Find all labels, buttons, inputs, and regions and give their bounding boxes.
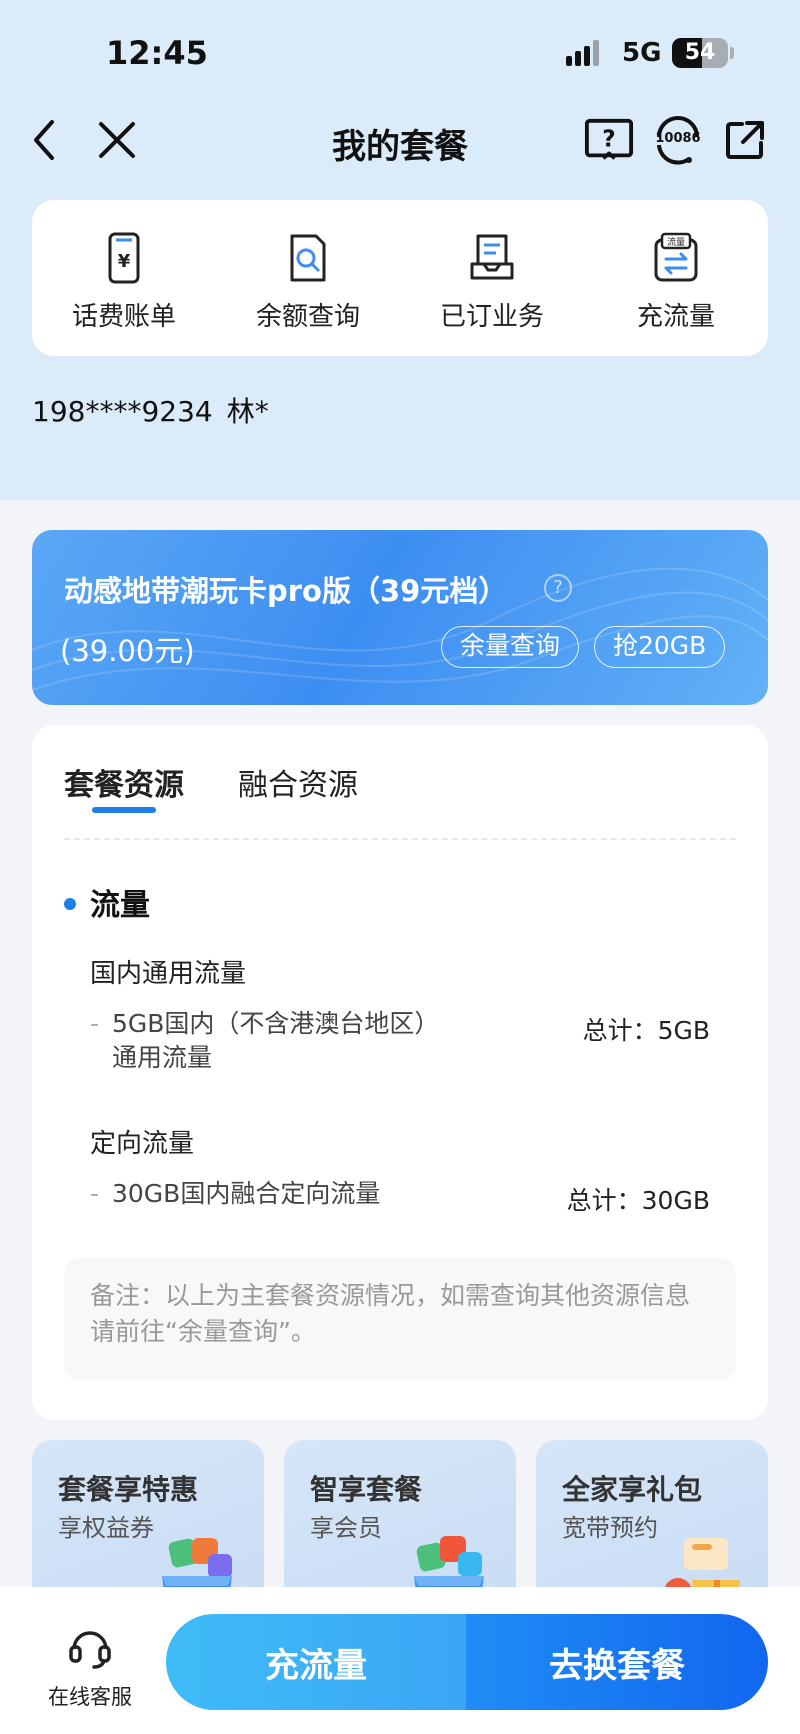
help-book-icon: ? bbox=[584, 118, 634, 160]
divider bbox=[64, 838, 736, 840]
section-dot bbox=[64, 897, 76, 910]
promo-subtitle: 宽带预约 bbox=[562, 1514, 658, 1542]
quick-item-subscriptions[interactable]: 已订业务 bbox=[400, 200, 584, 356]
promo-subtitle: 享权益券 bbox=[58, 1514, 154, 1542]
online-service-button[interactable]: 在线客服 bbox=[30, 1623, 150, 1711]
help-guide-button[interactable]: ? bbox=[584, 115, 634, 165]
hotline-number: 10086 bbox=[655, 131, 701, 146]
bottom-action-bar: 在线客服 充流量 去换套餐 bbox=[0, 1587, 800, 1734]
resource-description: 5GB国内（不含港澳台地区）通用流量 bbox=[112, 1009, 427, 1072]
balance-search-icon bbox=[290, 234, 326, 282]
grab-data-button[interactable]: 抢20GB bbox=[594, 626, 726, 668]
promo-title: 套餐享特惠 bbox=[58, 1473, 199, 1506]
subscribed-services-icon bbox=[470, 234, 514, 280]
account-info: 198****9234 林* bbox=[32, 390, 283, 430]
battery-icon: 54 bbox=[672, 38, 728, 68]
phone-number: 198****9234 bbox=[32, 395, 213, 428]
group-title: 定向流量 bbox=[90, 1129, 195, 1159]
plan-name: 动感地带潮玩卡pro版（39元档） bbox=[64, 574, 508, 608]
svg-text:?: ? bbox=[602, 127, 615, 153]
battery-tip bbox=[730, 47, 734, 59]
banner-wave-decoration bbox=[32, 567, 768, 691]
promo-subtitle: 享会员 bbox=[310, 1514, 382, 1542]
quick-item-data-recharge[interactable]: 流量 充流量 bbox=[584, 200, 768, 356]
quick-item-label: 话费账单 bbox=[71, 302, 176, 332]
share-icon bbox=[726, 121, 764, 159]
recharge-data-button[interactable]: 充流量 bbox=[166, 1614, 466, 1710]
data-badge: 流量 bbox=[667, 236, 685, 248]
resource-note: 备注：以上为主套餐资源情况，如需查询其他资源信息请前往“余量查询”。 bbox=[64, 1258, 736, 1380]
quick-item-balance[interactable]: 余额查询 bbox=[216, 200, 400, 356]
plan-banner: 动感地带潮玩卡pro版（39元档） ? (39.00元) 余量查询 抢20GB bbox=[32, 530, 768, 705]
customer-service-hotline-button[interactable]: 10086 bbox=[651, 115, 705, 165]
status-bar: 12:45 5G 54 bbox=[0, 0, 800, 100]
resource-item: - 5GB国内（不含港澳台地区）通用流量 bbox=[90, 1007, 430, 1075]
online-service-label: 在线客服 bbox=[48, 1685, 132, 1709]
section-title: 流量 bbox=[64, 880, 150, 924]
tab-plan-resources[interactable]: 套餐资源 bbox=[64, 760, 184, 804]
resource-item: - 30GB国内融合定向流量 bbox=[90, 1177, 530, 1211]
svg-text:¥: ¥ bbox=[118, 251, 131, 272]
group-title: 国内通用流量 bbox=[90, 959, 247, 989]
list-dash: - bbox=[90, 1009, 100, 1038]
quick-item-label: 已订业务 bbox=[439, 302, 544, 332]
quick-item-bill[interactable]: ¥ 话费账单 bbox=[32, 200, 216, 356]
signal-icon bbox=[566, 40, 606, 66]
battery-level: 54 bbox=[684, 40, 716, 65]
resource-total: 总计：30GB bbox=[566, 1186, 710, 1215]
nav-bar: 我的套餐 ? 10086 bbox=[0, 105, 800, 180]
promo-title: 智享套餐 bbox=[310, 1473, 423, 1506]
question-icon[interactable]: ? bbox=[544, 574, 572, 602]
balance-query-button[interactable]: 余量查询 bbox=[441, 626, 580, 668]
tab-converged-resources[interactable]: 融合资源 bbox=[238, 760, 358, 804]
account-name: 林* bbox=[226, 395, 269, 428]
list-dash: - bbox=[90, 1179, 100, 1208]
share-button[interactable] bbox=[720, 115, 770, 165]
change-plan-button[interactable]: 去换套餐 bbox=[466, 1614, 768, 1710]
section-title-text: 流量 bbox=[90, 888, 150, 923]
network-type: 5G bbox=[622, 38, 662, 68]
primary-action-group: 充流量 去换套餐 bbox=[166, 1614, 768, 1710]
bill-icon: ¥ bbox=[108, 232, 140, 284]
plan-resources-card: 套餐资源 融合资源 流量 国内通用流量 - 5GB国内（不含港澳台地区）通用流量… bbox=[32, 725, 768, 1420]
quick-item-label: 余额查询 bbox=[255, 302, 360, 332]
quick-menu-card: ¥ 话费账单 余额查询 已订业务 流量 充流量 bbox=[32, 200, 768, 356]
active-tab-indicator bbox=[92, 807, 156, 813]
promo-title: 全家享礼包 bbox=[562, 1473, 703, 1506]
status-time: 12:45 bbox=[106, 34, 208, 72]
resource-total: 总计：5GB bbox=[582, 1016, 710, 1045]
quick-item-label: 充流量 bbox=[636, 302, 715, 332]
data-recharge-icon: 流量 bbox=[654, 232, 698, 282]
headset-icon bbox=[69, 1631, 111, 1669]
resource-description: 30GB国内融合定向流量 bbox=[112, 1179, 381, 1208]
plan-price: (39.00元) bbox=[60, 634, 195, 668]
